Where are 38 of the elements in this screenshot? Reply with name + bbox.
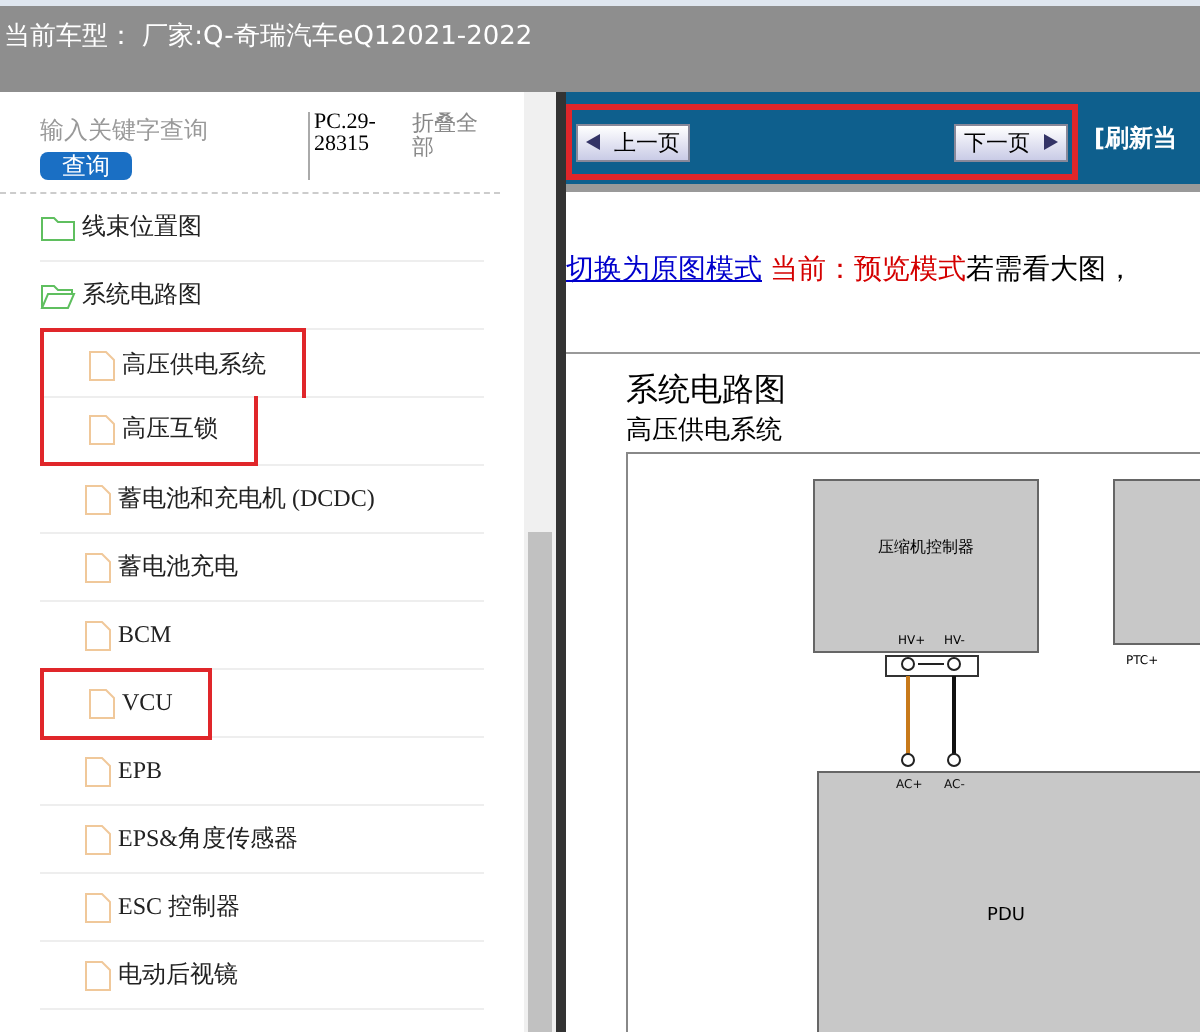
file-icon [88, 413, 116, 445]
file-icon [88, 687, 116, 719]
code-label: PC.29-28315 [308, 112, 401, 180]
document-subtitle: 高压供电系统 [626, 414, 784, 448]
file-icon [84, 619, 112, 651]
next-page-button[interactable]: 下一页 [954, 123, 1068, 161]
tree-item[interactable]: 高压供电系统 [40, 328, 306, 398]
tree-item[interactable]: ESC 控制器 [40, 878, 249, 936]
hint-text: 若需看大图， [966, 254, 1134, 286]
file-icon [84, 891, 112, 923]
tree-item[interactable]: 蓄电池充电 [40, 538, 246, 596]
file-icon [84, 755, 112, 787]
file-icon [84, 483, 112, 515]
scrollbar[interactable] [524, 92, 556, 1032]
current-mode-label: 当前：预览模式 [770, 254, 966, 286]
left-arrow-icon [586, 134, 602, 150]
tree-item[interactable]: 蓄电池和充电机 (DCDC) [40, 470, 383, 528]
tree-item[interactable]: BCM [40, 607, 180, 663]
file-icon [84, 551, 112, 583]
search-button[interactable]: 查询 [40, 152, 132, 180]
collapse-all-link[interactable]: 折叠全部 [412, 112, 484, 180]
original-mode-link[interactable]: 切换为原图模式 [566, 254, 762, 286]
right-arrow-icon [1042, 134, 1058, 150]
tree-item[interactable]: VCU [40, 667, 213, 739]
tree-item[interactable]: EPS&角度传感器 [40, 810, 307, 868]
tree-item[interactable]: 系统电路图 [40, 266, 210, 324]
tree-item[interactable]: EPB [40, 743, 171, 799]
document-title: 系统电路图 [626, 370, 788, 412]
window-title: 当前车型： 厂家:Q-奇瑞汽车eQ12021-2022 [4, 22, 533, 52]
previous-page-button[interactable]: 上一页 [576, 123, 690, 161]
connector-drawing [885, 655, 979, 767]
tree-item[interactable]: 电动后视镜 [40, 946, 246, 1004]
refresh-link[interactable]: [刷新当 [1094, 121, 1177, 155]
tree-item[interactable]: 高压互锁 [40, 396, 258, 466]
tree-item[interactable]: 线束位置图 [40, 198, 210, 256]
file-icon [88, 349, 116, 381]
file-icon [84, 959, 112, 991]
file-icon [84, 823, 112, 855]
